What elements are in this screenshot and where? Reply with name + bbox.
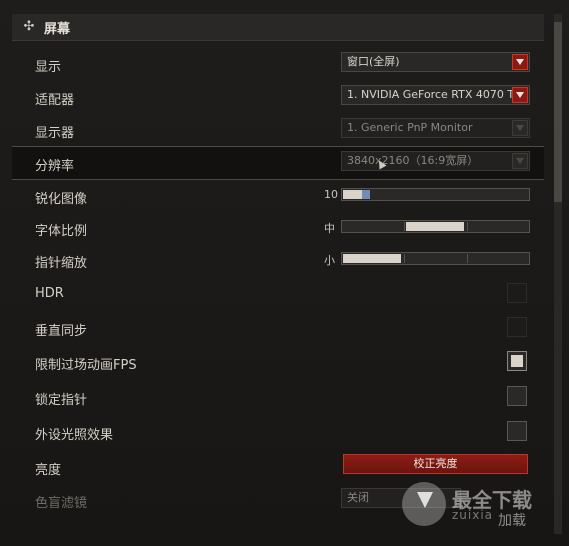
settings-panel: ✣ 屏幕 显示 窗口(全屏) 适配器 1. NVIDIA GeForce RTX…	[0, 0, 569, 546]
pointer-scale-label: 指针缩放	[35, 256, 88, 271]
section-title: 屏幕	[44, 21, 71, 37]
pointer-scale-value: 小	[324, 254, 335, 267]
chevron-down-icon[interactable]	[512, 54, 528, 70]
hdr-label: HDR	[35, 286, 64, 301]
slider-tick	[467, 254, 468, 263]
display-mode-value: 窗口(全屏)	[347, 55, 400, 68]
chevron-down-icon[interactable]	[512, 87, 528, 103]
adapter-label: 适配器	[35, 93, 75, 108]
limit-fps-label: 限制过场动画FPS	[35, 358, 137, 373]
row-vsync: 垂直同步	[12, 312, 544, 344]
monitor-label: 显示器	[35, 126, 75, 141]
calibrate-brightness-button[interactable]: 校正亮度	[343, 454, 528, 474]
font-scale-slider[interactable]	[341, 220, 530, 233]
slider-segment-selected[interactable]	[343, 254, 401, 263]
monitor-value: 1. Generic PnP Monitor	[347, 121, 473, 134]
slider-segment-selected[interactable]	[406, 222, 464, 231]
row-hdr: HDR	[12, 278, 544, 310]
display-label: 显示	[35, 60, 62, 75]
font-scale-label: 字体比例	[35, 224, 88, 239]
slider-tick	[404, 254, 405, 263]
sharpen-label: 锐化图像	[35, 192, 88, 207]
hdr-checkbox[interactable]	[507, 283, 527, 303]
brightness-label: 亮度	[35, 463, 62, 478]
row-adapter: 适配器 1. NVIDIA GeForce RTX 4070 T	[12, 81, 544, 113]
display-mode-select[interactable]: 窗口(全屏)	[341, 52, 530, 72]
lock-pointer-checkbox[interactable]	[507, 386, 527, 406]
row-pointer-scale: 指针缩放 小	[12, 244, 544, 276]
resolution-value: 3840x2160（16:9宽屏）	[347, 154, 479, 167]
adapter-select[interactable]: 1. NVIDIA GeForce RTX 4070 T	[341, 85, 530, 105]
row-lock-pointer: 锁定指针	[12, 381, 544, 413]
watermark-suffix: 加载	[498, 513, 526, 529]
vsync-checkbox[interactable]	[507, 317, 527, 337]
crosshair-icon: ✣	[23, 19, 35, 34]
resolution-label: 分辨率	[35, 159, 75, 174]
scrollbar-thumb[interactable]	[554, 22, 562, 202]
watermark-domain: zuixia	[452, 508, 494, 522]
row-sharpen: 锐化图像 10	[12, 180, 544, 212]
peripheral-lighting-label: 外设光照效果	[35, 428, 114, 443]
colorblind-label: 色盲滤镜	[35, 496, 88, 511]
peripheral-lighting-checkbox[interactable]	[507, 421, 527, 441]
row-limit-fps: 限制过场动画FPS	[12, 346, 544, 378]
sharpen-slider[interactable]	[341, 188, 530, 201]
chevron-down-icon[interactable]	[512, 153, 528, 169]
vsync-label: 垂直同步	[35, 324, 88, 339]
pointer-scale-slider[interactable]	[341, 252, 530, 265]
font-scale-value: 中	[324, 222, 335, 235]
slider-tick	[404, 222, 405, 231]
slider-tick	[467, 222, 468, 231]
scrollbar[interactable]	[554, 14, 562, 534]
row-font-scale: 字体比例 中	[12, 212, 544, 244]
row-display: 显示 窗口(全屏)	[12, 48, 544, 80]
adapter-value: 1. NVIDIA GeForce RTX 4070 T	[347, 88, 515, 101]
resolution-select[interactable]: 3840x2160（16:9宽屏）	[341, 151, 530, 171]
row-brightness: 亮度 校正亮度	[12, 451, 544, 483]
watermark: 最全下载 zuixia 加载	[402, 480, 552, 540]
monitor-select[interactable]: 1. Generic PnP Monitor	[341, 118, 530, 138]
row-monitor: 显示器 1. Generic PnP Monitor	[12, 114, 544, 146]
slider-fill	[343, 190, 362, 199]
row-peripheral-lighting: 外设光照效果	[12, 416, 544, 448]
lock-pointer-label: 锁定指针	[35, 393, 88, 408]
section-header-screen[interactable]: ✣ 屏幕	[12, 14, 544, 41]
sharpen-value: 10	[324, 188, 338, 201]
row-resolution: 分辨率 3840x2160（16:9宽屏）	[12, 146, 544, 180]
colorblind-value: 关闭	[347, 491, 369, 504]
slider-knob[interactable]	[362, 190, 370, 199]
chevron-down-icon[interactable]	[512, 120, 528, 136]
download-logo-icon	[402, 482, 446, 526]
limit-fps-checkbox[interactable]	[507, 351, 527, 371]
